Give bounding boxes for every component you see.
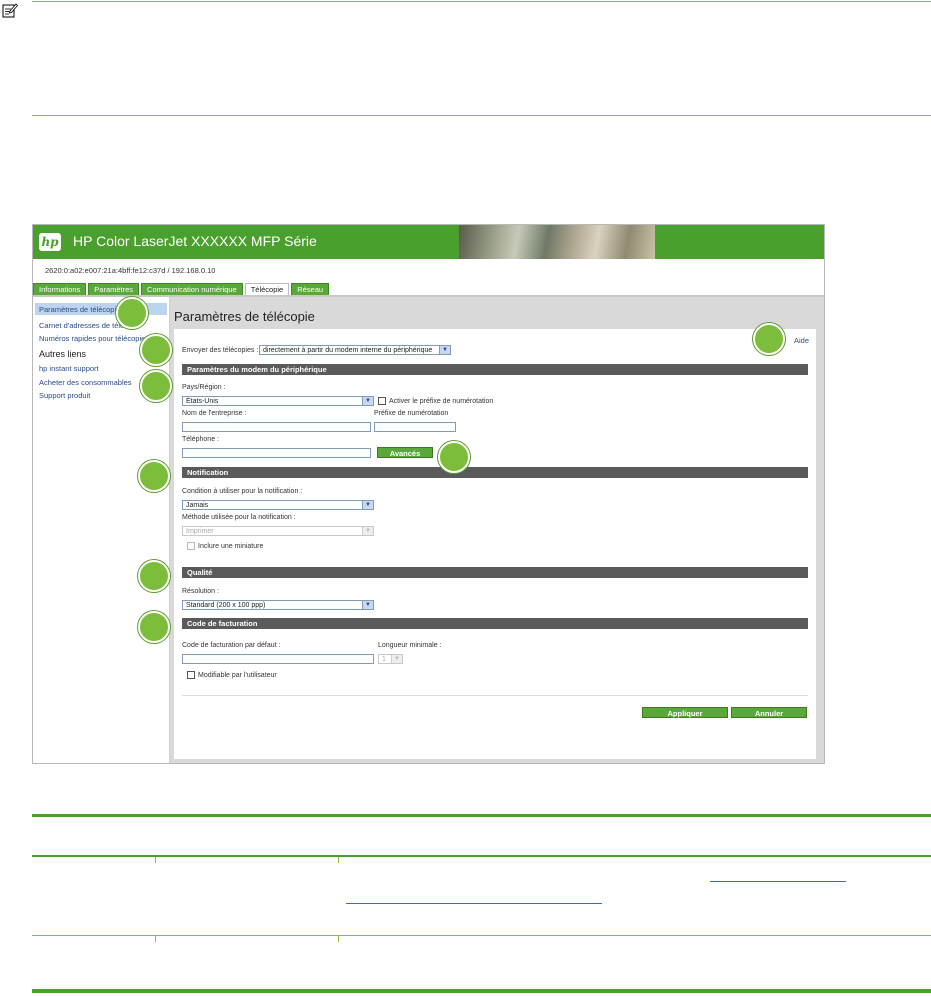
dial-prefix-checkbox[interactable]: [378, 397, 386, 405]
dial-prefix-input[interactable]: [374, 422, 456, 432]
company-name-input[interactable]: [182, 422, 371, 432]
table-bottom-rule: [32, 989, 931, 993]
notification-method-select[interactable]: Imprimer ▼: [182, 526, 374, 536]
note-top-rule: [32, 1, 931, 2]
header-banner: hp HP Color LaserJet XXXXXX MFP Série: [33, 225, 824, 259]
company-name-label: Nom de l'entreprise :: [182, 410, 247, 417]
send-fax-value: directement à partir du modem interne du…: [263, 347, 433, 354]
note-bottom-rule: [32, 115, 931, 116]
footer-divider: [182, 695, 808, 696]
banner-photo: [459, 225, 655, 259]
callout-marker-4: [138, 460, 170, 492]
dial-prefix-label: Préfixe de numérotation: [374, 410, 449, 417]
table-header-rule: [32, 855, 931, 857]
callout-marker-2: [140, 334, 172, 366]
advanced-button[interactable]: Avancés: [377, 447, 433, 458]
note-pencil-icon: [2, 3, 18, 18]
notification-condition-select[interactable]: Jamais ▼: [182, 500, 374, 510]
other-links-heading: Autres liens: [39, 349, 87, 359]
chevron-down-icon: ▼: [439, 346, 450, 354]
resolution-select[interactable]: Standard (200 x 100 ppp) ▼: [182, 600, 374, 610]
table-link-underline[interactable]: [710, 881, 846, 882]
country-label: Pays/Région :: [182, 384, 226, 391]
callout-marker-3: [140, 370, 172, 402]
resolution-label: Résolution :: [182, 588, 219, 595]
user-editable-check-label: Modifiable par l'utilisateur: [198, 672, 277, 679]
quality-section-bar: Qualité: [182, 567, 808, 578]
table-column-divider: [155, 857, 156, 863]
callout-marker-6: [138, 611, 170, 643]
default-billing-code-input[interactable]: [182, 654, 374, 664]
sidebar-link-product-support[interactable]: Support produit: [39, 391, 90, 400]
help-link[interactable]: Aide: [794, 336, 809, 345]
callout-marker-1: [116, 297, 148, 329]
default-billing-code-label: Code de facturation par défaut :: [182, 642, 281, 649]
thumbnail-checkbox[interactable]: [187, 542, 195, 550]
sidebar-link-buy-supplies[interactable]: Acheter des consommables: [39, 378, 132, 387]
apply-button[interactable]: Appliquer: [642, 707, 728, 718]
chevron-down-icon: ▼: [362, 527, 373, 535]
min-length-value: 1: [382, 656, 386, 663]
table-top-rule: [32, 814, 931, 817]
country-select[interactable]: États-Unis ▼: [182, 396, 374, 406]
sidebar: Paramètres de télécopie Carnet d'adresse…: [33, 297, 170, 763]
sidebar-item-fax-address-book[interactable]: Carnet d'adresses de télé...: [39, 321, 130, 330]
notification-condition-value: Jamais: [186, 502, 209, 509]
sidebar-item-fax-speed-dials[interactable]: Numéros rapides pour télécopie: [39, 334, 145, 343]
callout-marker-5: [138, 560, 170, 592]
settings-panel: Aide Envoyer des télécopies : directemen…: [174, 329, 816, 759]
notification-section-bar: Notification: [182, 467, 808, 478]
table-link-underline[interactable]: [346, 903, 602, 904]
notification-method-label: Méthode utilisée pour la notification :: [182, 514, 296, 521]
resolution-value: Standard (200 x 100 ppp): [186, 602, 266, 609]
dial-prefix-check-label: Activer le préfixe de numérotation: [389, 398, 494, 405]
sidebar-link-instant-support[interactable]: hp instant support: [39, 364, 99, 373]
send-fax-select[interactable]: directement à partir du modem interne du…: [259, 345, 451, 355]
billing-section-bar: Code de facturation: [182, 618, 808, 629]
chevron-down-icon: ▼: [362, 397, 373, 405]
page-title: Paramètres de télécopie: [174, 309, 315, 324]
chevron-down-icon: ▼: [391, 655, 402, 663]
chevron-down-icon: ▼: [362, 601, 373, 609]
callout-marker-7: [753, 323, 785, 355]
thumbnail-check-label: Inclure une miniature: [198, 543, 264, 550]
country-value: États-Unis: [186, 398, 219, 405]
notification-condition-label: Condition à utiliser pour la notificatio…: [182, 488, 303, 495]
send-fax-label: Envoyer des télécopies :: [182, 347, 259, 354]
callout-marker-8: [438, 441, 470, 473]
modem-section-bar: Paramètres du modem du périphérique: [182, 364, 808, 375]
table-column-divider: [338, 936, 339, 942]
fax-settings-screenshot: hp HP Color LaserJet XXXXXX MFP Série 26…: [32, 224, 825, 764]
notification-method-value: Imprimer: [186, 528, 214, 535]
min-length-label: Longueur minimale :: [378, 642, 442, 649]
table-row-rule: [32, 935, 931, 936]
table-column-divider: [338, 857, 339, 863]
product-title: HP Color LaserJet XXXXXX MFP Série: [73, 233, 317, 249]
main-content: Paramètres de télécopie Aide Envoyer des…: [170, 297, 824, 763]
cancel-button[interactable]: Annuler: [731, 707, 807, 718]
min-length-select[interactable]: 1 ▼: [378, 654, 403, 664]
device-address: 2620:0:a02:e007:21a:4bff:fe12:c37d / 192…: [45, 266, 216, 275]
user-editable-checkbox[interactable]: [187, 671, 195, 679]
hp-logo: hp: [39, 233, 61, 251]
chevron-down-icon: ▼: [362, 501, 373, 509]
sidebar-item-fax-settings[interactable]: Paramètres de télécopie: [39, 305, 120, 314]
table-column-divider: [155, 936, 156, 942]
phone-label: Téléphone :: [182, 436, 219, 443]
phone-input[interactable]: [182, 448, 371, 458]
